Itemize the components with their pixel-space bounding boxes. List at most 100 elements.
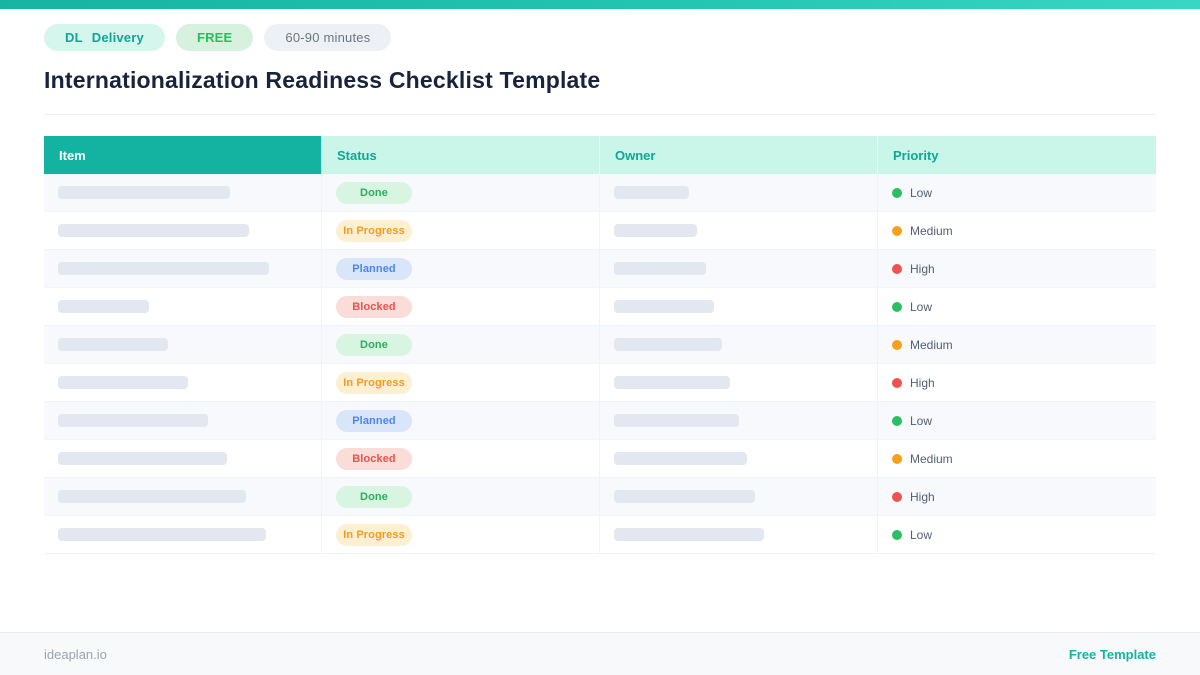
table-row: Done High: [44, 478, 1156, 516]
item-placeholder-bar: [58, 338, 168, 351]
owner-cell: [600, 326, 878, 363]
priority-label: High: [910, 489, 935, 504]
status-cell: Blocked: [322, 288, 600, 325]
status-cell: Planned: [322, 250, 600, 287]
table-row: Done Low: [44, 174, 1156, 212]
footer-brand: ideaplan.io: [44, 646, 107, 662]
owner-cell: [600, 440, 878, 477]
status-badge: In Progress: [336, 371, 412, 394]
priority-cell: High: [878, 478, 1156, 515]
title-divider: [44, 114, 1156, 115]
free-badge-label: FREE: [196, 30, 233, 45]
badge-row: DL Delivery FREE 60-90 minutes: [44, 24, 1156, 51]
category-badge: DL Delivery: [44, 24, 165, 51]
status-cell: In Progress: [322, 516, 600, 553]
status-badge: Done: [336, 485, 412, 508]
owner-placeholder-bar: [614, 262, 706, 275]
item-cell: [44, 326, 322, 363]
item-placeholder-bar: [58, 376, 188, 389]
priority-dot: [892, 491, 902, 502]
item-placeholder-bar: [58, 224, 249, 237]
owner-cell: [600, 174, 878, 211]
item-cell: [44, 440, 322, 477]
owner-placeholder-bar: [614, 338, 722, 351]
item-placeholder-bar: [58, 528, 266, 541]
table-row: Blocked Medium: [44, 440, 1156, 478]
owner-cell: [600, 288, 878, 325]
item-placeholder-bar: [58, 452, 227, 465]
status-cell: In Progress: [322, 364, 600, 401]
priority-dot: [892, 187, 902, 198]
column-header-priority: Priority: [878, 136, 1156, 174]
status-badge: Done: [336, 333, 412, 356]
status-badge: Blocked: [336, 447, 412, 470]
item-placeholder-bar: [58, 262, 269, 275]
owner-placeholder-bar: [614, 528, 764, 541]
priority-label: Medium: [910, 451, 953, 466]
checklist-table: Item Status Owner Priority Done Low In Pro…: [44, 136, 1156, 554]
owner-cell: [600, 212, 878, 249]
priority-cell: Low: [878, 174, 1156, 211]
priority-cell: Medium: [878, 440, 1156, 477]
status-cell: Done: [322, 478, 600, 515]
priority-cell: Low: [878, 516, 1156, 553]
item-cell: [44, 478, 322, 515]
owner-placeholder-bar: [614, 300, 714, 313]
priority-dot: [892, 225, 902, 236]
status-cell: Done: [322, 326, 600, 363]
item-cell: [44, 516, 322, 553]
priority-label: High: [910, 375, 935, 390]
status-cell: Done: [322, 174, 600, 211]
owner-placeholder-bar: [614, 414, 739, 427]
status-badge: Planned: [336, 257, 412, 280]
item-cell: [44, 402, 322, 439]
item-cell: [44, 212, 322, 249]
free-badge: FREE: [175, 24, 254, 51]
status-badge: In Progress: [336, 219, 412, 242]
priority-dot: [892, 339, 902, 350]
priority-dot: [892, 377, 902, 388]
priority-label: Medium: [910, 337, 953, 352]
priority-label: Low: [910, 299, 933, 314]
owner-cell: [600, 478, 878, 515]
table-row: Done Medium: [44, 326, 1156, 364]
duration-badge-label: 60-90 minutes: [285, 30, 371, 45]
free-template-link[interactable]: Free Template: [1069, 647, 1156, 662]
owner-cell: [600, 250, 878, 287]
priority-label: Low: [910, 185, 933, 200]
duration-badge: 60-90 minutes: [264, 24, 392, 51]
owner-placeholder-bar: [614, 452, 747, 465]
item-cell: [44, 288, 322, 325]
category-badge-label: Delivery: [91, 30, 144, 45]
priority-cell: High: [878, 364, 1156, 401]
column-header-owner: Owner: [600, 136, 878, 174]
table-header-row: Item Status Owner Priority: [44, 136, 1156, 174]
status-cell: In Progress: [322, 212, 600, 249]
status-badge: Done: [336, 181, 412, 204]
owner-placeholder-bar: [614, 186, 689, 199]
page-container: DL Delivery FREE 60-90 minutes Internati…: [0, 24, 1200, 554]
category-badge-prefix: DL: [65, 30, 83, 45]
item-placeholder-bar: [58, 300, 149, 313]
priority-label: Medium: [910, 223, 953, 238]
priority-cell: Low: [878, 288, 1156, 325]
item-cell: [44, 174, 322, 211]
priority-cell: Low: [878, 402, 1156, 439]
column-header-item: Item: [44, 136, 322, 174]
status-badge: Blocked: [336, 295, 412, 318]
top-accent-bar: [0, 0, 1200, 9]
priority-dot: [892, 529, 902, 540]
item-placeholder-bar: [58, 490, 246, 503]
owner-placeholder-bar: [614, 224, 697, 237]
owner-cell: [600, 402, 878, 439]
table-row: Blocked Low: [44, 288, 1156, 326]
table-row: Planned High: [44, 250, 1156, 288]
item-cell: [44, 250, 322, 287]
priority-label: Low: [910, 527, 933, 542]
page-footer: ideaplan.io Free Template: [0, 632, 1200, 675]
column-header-status: Status: [322, 136, 600, 174]
item-placeholder-bar: [58, 414, 208, 427]
priority-cell: Medium: [878, 326, 1156, 363]
table-body: Done Low In Progress Medium Planned High Block…: [44, 174, 1156, 554]
status-cell: Planned: [322, 402, 600, 439]
